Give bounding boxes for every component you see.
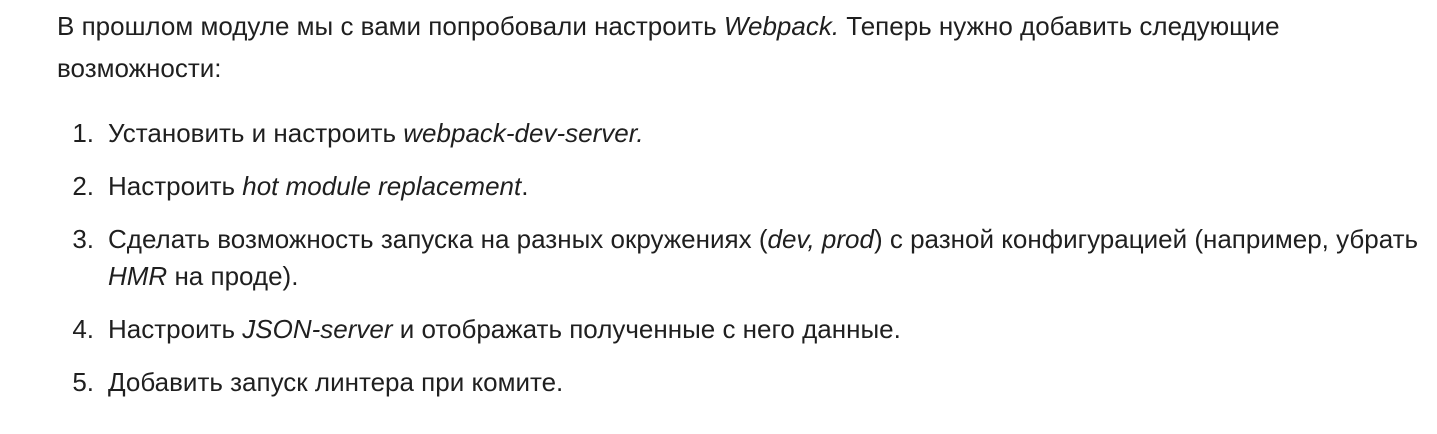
task-item-2: 2. Настроить hot module replacement. <box>57 168 1427 205</box>
task-description: В прошлом модуле мы с вами попробовали н… <box>0 0 1427 401</box>
intro-paragraph: В прошлом модуле мы с вами попробовали н… <box>57 5 1357 89</box>
task-number: 4. <box>72 314 94 344</box>
task-number: 1. <box>72 118 94 148</box>
task-text-part: Настроить <box>108 314 243 344</box>
task-emphasis: dev, prod <box>767 224 874 254</box>
task-text: Сделать возможность запуска на разных ок… <box>108 221 1427 295</box>
task-number: 5. <box>72 367 94 397</box>
task-text-part: Сделать возможность запуска на разных ок… <box>108 224 768 254</box>
task-emphasis: HMR <box>108 261 168 291</box>
task-emphasis: hot module replacement <box>242 171 522 201</box>
task-number: 3. <box>72 224 94 254</box>
task-text-part: на проде). <box>167 261 299 291</box>
task-text-part: Настроить <box>108 171 243 201</box>
task-item-5: 5. Добавить запуск линтера при комите. <box>57 364 1427 401</box>
task-item-1: 1. Установить и настроить webpack-dev-se… <box>57 115 1427 152</box>
webpack-emphasis: Webpack. <box>723 11 840 41</box>
task-text-part: и отображать полученные с него данные. <box>392 314 901 344</box>
intro-text-start: В прошлом модуле мы с вами попробовали н… <box>57 11 724 41</box>
task-text-part: ) с разной конфигурацией (например, убра… <box>873 224 1419 254</box>
task-text: Настроить JSON-server и отображать получ… <box>108 311 1427 348</box>
task-item-4: 4. Настроить JSON-server и отображать по… <box>57 311 1427 348</box>
task-text-part: Установить и настроить <box>108 118 404 148</box>
task-text: Добавить запуск линтера при комите. <box>108 364 1427 401</box>
task-list: 1. Установить и настроить webpack-dev-se… <box>57 115 1427 401</box>
task-number: 2. <box>72 171 94 201</box>
task-text: Установить и настроить webpack-dev-serve… <box>108 115 1427 152</box>
task-text-part: . <box>521 171 529 201</box>
task-emphasis: JSON-server <box>242 314 393 344</box>
task-text: Настроить hot module replacement. <box>108 168 1427 205</box>
task-item-3: 3. Сделать возможность запуска на разных… <box>57 221 1427 295</box>
task-emphasis: webpack-dev-server. <box>403 118 644 148</box>
task-text-part: Добавить запуск линтера при комите. <box>108 367 564 397</box>
